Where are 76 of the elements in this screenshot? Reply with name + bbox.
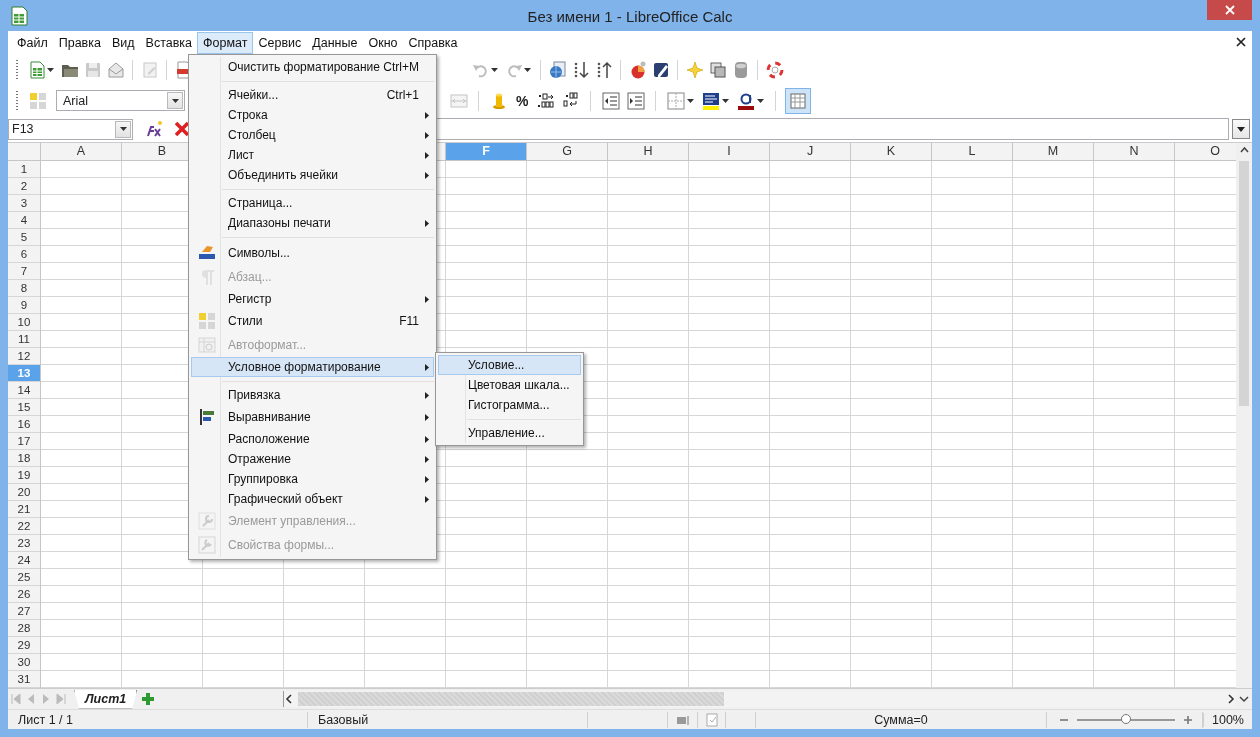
menu-item[interactable]: Группировка: [191, 469, 434, 489]
row-header[interactable]: 24: [8, 552, 40, 569]
row-header[interactable]: 1: [8, 161, 40, 178]
menu-item[interactable]: Привязка: [191, 385, 434, 405]
menu-item[interactable]: Сервис: [252, 31, 308, 54]
font-name-field[interactable]: Arial: [56, 90, 185, 111]
column-header[interactable]: A: [41, 143, 122, 160]
menu-item[interactable]: Строка: [191, 105, 434, 125]
row-header[interactable]: 6: [8, 246, 40, 263]
sheet-tab[interactable]: Лист1: [74, 689, 138, 709]
row-header[interactable]: 2: [8, 178, 40, 195]
menu-item[interactable]: Символы...: [191, 241, 434, 265]
column-header[interactable]: G: [527, 143, 608, 160]
column-header[interactable]: H: [608, 143, 689, 160]
row-header[interactable]: 27: [8, 603, 40, 620]
menu-item[interactable]: Столбец: [191, 125, 434, 145]
row-header[interactable]: 25: [8, 569, 40, 586]
page-style: Базовый: [317, 711, 369, 728]
row-header[interactable]: 10: [8, 314, 40, 331]
menu-item[interactable]: Очистить форматирование Ctrl+M: [191, 57, 434, 77]
name-box[interactable]: F13: [8, 118, 133, 140]
row-header[interactable]: 30: [8, 654, 40, 671]
column-header[interactable]: L: [932, 143, 1013, 160]
percent-button[interactable]: %: [516, 92, 529, 109]
row-header[interactable]: 21: [8, 501, 40, 518]
menu-item[interactable]: Правка: [52, 31, 107, 54]
window-title: Без имени 1 - LibreOffice Calc: [527, 8, 733, 25]
column-header[interactable]: M: [1013, 143, 1094, 160]
row-header[interactable]: 20: [8, 484, 40, 501]
menu-item[interactable]: Формат: [197, 31, 254, 54]
menu-item[interactable]: Выравнивание: [191, 405, 434, 429]
row-header[interactable]: 7: [8, 263, 40, 280]
row-header[interactable]: 18: [8, 450, 40, 467]
menu-item[interactable]: Условное форматирование: [191, 357, 434, 377]
menu-item[interactable]: Файл: [11, 31, 54, 54]
sum-readout: Сумма=0: [874, 711, 928, 728]
row-header[interactable]: 16: [8, 416, 40, 433]
menu-item[interactable]: Ячейки... Ctrl+1: [191, 85, 434, 105]
menu-item[interactable]: Справка: [402, 31, 464, 54]
column-header[interactable]: I: [689, 143, 770, 160]
menu-item[interactable]: Диапазоны печати: [191, 213, 434, 233]
row-header[interactable]: 17: [8, 433, 40, 450]
sheet-position: Лист 1 / 1: [17, 711, 73, 728]
row-header[interactable]: 14: [8, 382, 40, 399]
menu-item[interactable]: Гистограмма...: [438, 395, 581, 415]
menu-item[interactable]: Вставка: [139, 31, 199, 54]
menu-item[interactable]: Объединить ячейки: [191, 165, 434, 185]
row-header[interactable]: 23: [8, 535, 40, 552]
row-header[interactable]: 15: [8, 399, 40, 416]
column-header[interactable]: N: [1094, 143, 1175, 160]
column-header[interactable]: J: [770, 143, 851, 160]
zoom-percent[interactable]: 100%: [1203, 712, 1252, 727]
menu-item[interactable]: Окно: [362, 31, 404, 54]
menu-item[interactable]: Расположение: [191, 429, 434, 449]
column-header[interactable]: K: [851, 143, 932, 160]
row-header[interactable]: 22: [8, 518, 40, 535]
row-header[interactable]: 28: [8, 620, 40, 637]
row-header[interactable]: 3: [8, 195, 40, 212]
menu-item[interactable]: Стили F11: [191, 309, 434, 333]
row-header[interactable]: 9: [8, 297, 40, 314]
row-header[interactable]: 19: [8, 467, 40, 484]
menu-item[interactable]: Условие...: [438, 355, 581, 375]
menu-item[interactable]: Цветовая шкала...: [438, 375, 581, 395]
menu-item[interactable]: Графический объект: [191, 489, 434, 509]
row-header[interactable]: 4: [8, 212, 40, 229]
menu-item[interactable]: Вид: [105, 31, 141, 54]
row-header[interactable]: 11: [8, 331, 40, 348]
row-header[interactable]: 26: [8, 586, 40, 603]
menu-item[interactable]: Страница...: [191, 193, 434, 213]
row-header[interactable]: 5: [8, 229, 40, 246]
row-header[interactable]: 8: [8, 280, 40, 297]
row-header[interactable]: 29: [8, 637, 40, 654]
menu-item[interactable]: Регистр: [191, 289, 434, 309]
menu-item[interactable]: Отражение: [191, 449, 434, 469]
menu-item[interactable]: Данные: [306, 31, 364, 54]
menu-item[interactable]: Управление...: [438, 423, 581, 443]
